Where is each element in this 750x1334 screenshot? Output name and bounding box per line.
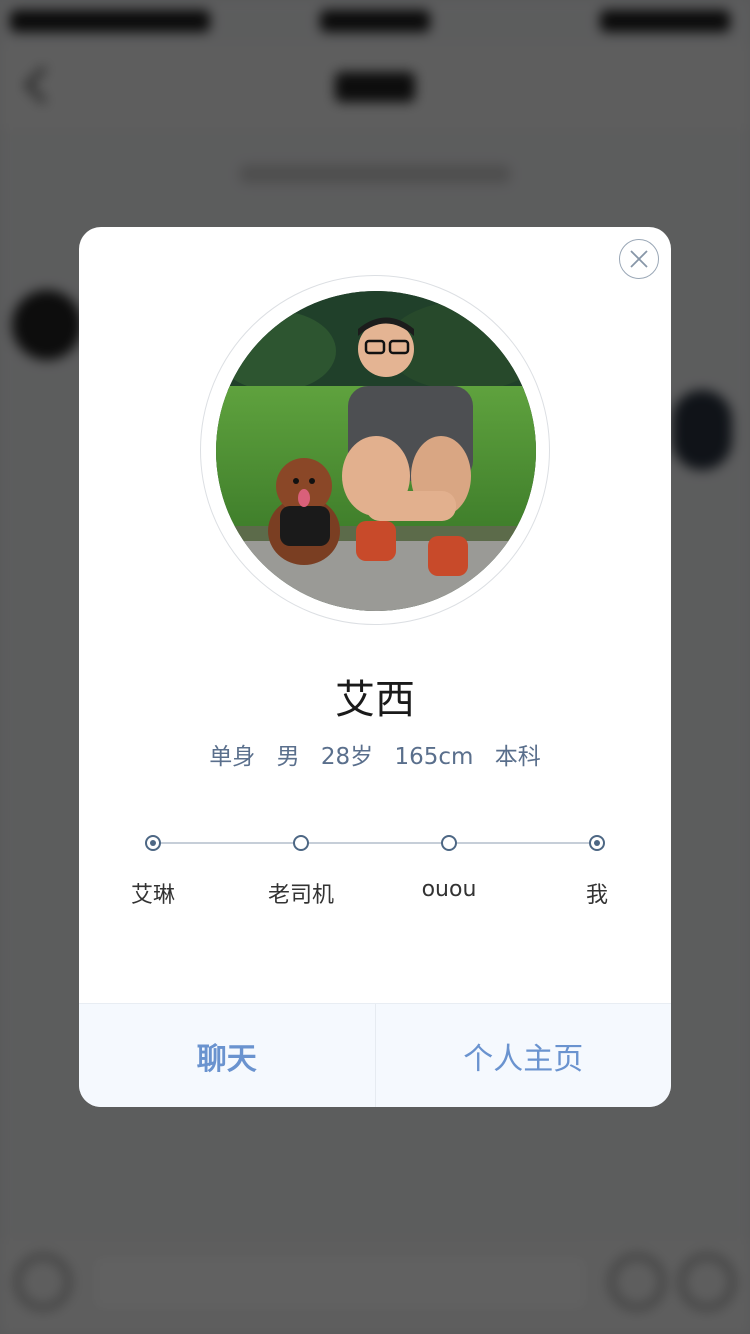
avatar-ring <box>200 275 550 625</box>
timeline-dot <box>441 835 457 851</box>
timeline-label[interactable]: ouou <box>389 877 509 902</box>
chat-button[interactable]: 聊天 <box>79 1004 376 1107</box>
height: 165cm <box>394 744 474 770</box>
relation-timeline-line <box>153 842 597 844</box>
timeline-dot <box>589 835 605 851</box>
timeline-dot <box>145 835 161 851</box>
timeline-label[interactable]: 艾琳 <box>93 877 213 909</box>
profile-name: 艾西 <box>335 677 415 723</box>
homepage-button[interactable]: 个人主页 <box>376 1004 672 1107</box>
education: 本科 <box>494 744 541 770</box>
avatar-photo <box>216 291 536 611</box>
profile-info: 单身 男 28岁 165cm 本科 <box>79 737 671 771</box>
timeline-label[interactable]: 我 <box>537 877 657 909</box>
timeline-dot <box>293 835 309 851</box>
close-button[interactable] <box>619 239 659 279</box>
gender: 男 <box>276 744 300 770</box>
timeline-label[interactable]: 老司机 <box>241 877 361 909</box>
action-bar: 聊天 个人主页 <box>79 1003 671 1107</box>
age: 28岁 <box>320 744 374 770</box>
relationship-status: 单身 <box>209 744 256 770</box>
avatar[interactable] <box>216 291 536 611</box>
close-icon <box>630 250 648 268</box>
profile-card: 艾西 单身 男 28岁 165cm 本科 艾琳 老司机 ouou 我 聊天 个人… <box>79 227 671 1107</box>
